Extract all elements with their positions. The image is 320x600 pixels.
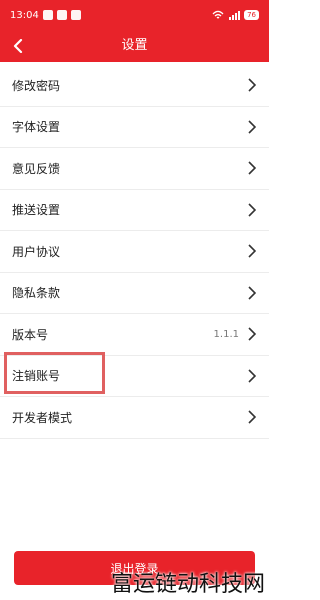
settings-item-label: 推送设置: [12, 203, 61, 218]
settings-item-label: 隐私条款: [12, 286, 61, 301]
chevron-right-icon: [247, 244, 257, 258]
status-bar-right: 76: [212, 10, 259, 20]
settings-item-label: 版本号: [12, 327, 49, 342]
settings-item-feedback[interactable]: 意见反馈: [0, 148, 269, 190]
settings-item-label: 字体设置: [12, 120, 61, 135]
settings-item-developer-mode[interactable]: 开发者模式: [0, 397, 269, 439]
settings-list: 修改密码 字体设置 意见反馈 推送设置 用户协议 隐私条款 版本号 1.1.1 …: [0, 65, 269, 439]
chevron-right-icon: [247, 286, 257, 300]
chevron-right-icon: [247, 327, 257, 341]
chevron-right-icon: [247, 78, 257, 92]
chevron-right-icon: [247, 120, 257, 134]
notification-icon: [56, 10, 67, 20]
settings-item-label: 注销账号: [12, 369, 61, 384]
wifi-icon: [212, 10, 224, 19]
chevron-right-icon: [247, 203, 257, 217]
logout-button[interactable]: 退出登录: [14, 551, 255, 585]
navigation-bar: 设置: [0, 30, 269, 62]
settings-item-push[interactable]: 推送设置: [0, 189, 269, 231]
status-bar-left: 13:04: [10, 10, 81, 21]
settings-item-label: 开发者模式: [12, 410, 73, 425]
page-title: 设置: [121, 38, 148, 53]
signal-icon: [229, 11, 241, 20]
settings-item-version[interactable]: 版本号 1.1.1: [0, 314, 269, 356]
settings-item-font[interactable]: 字体设置: [0, 106, 269, 148]
settings-item-change-password[interactable]: 修改密码: [0, 65, 269, 107]
settings-item-user-agreement[interactable]: 用户协议: [0, 231, 269, 273]
settings-item-privacy[interactable]: 隐私条款: [0, 272, 269, 314]
battery-icon: 76: [244, 10, 259, 20]
chevron-right-icon: [247, 410, 257, 424]
version-value: 1.1.1: [213, 328, 239, 340]
settings-item-delete-account[interactable]: 注销账号: [0, 355, 269, 397]
chevron-right-icon: [247, 161, 257, 175]
notification-icon: [70, 10, 81, 20]
status-bar: 13:04 76: [0, 0, 269, 30]
status-time: 13:04: [10, 9, 39, 21]
notification-icon: [42, 10, 53, 20]
settings-item-label: 用户协议: [12, 244, 61, 259]
settings-item-label: 意见反馈: [12, 161, 61, 176]
chevron-left-icon[interactable]: [6, 34, 30, 58]
chevron-right-icon: [247, 369, 257, 383]
settings-item-label: 修改密码: [12, 78, 61, 93]
